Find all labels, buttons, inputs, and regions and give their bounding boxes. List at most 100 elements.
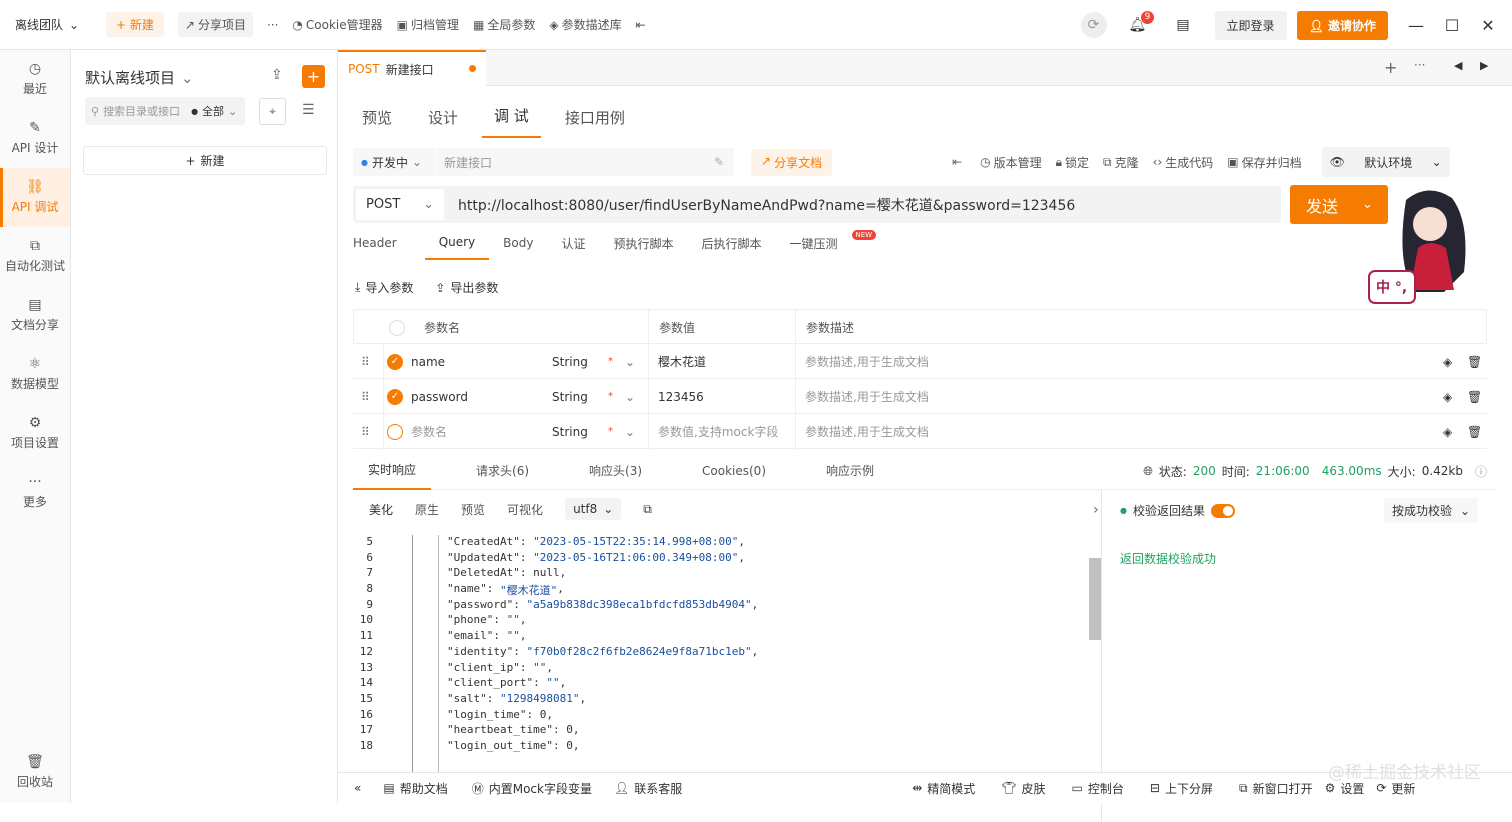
sidebar-item-auto-test[interactable]: ⧉ 自动化测试 xyxy=(0,227,70,286)
collapse-icon[interactable]: ⇤ xyxy=(636,18,646,32)
drag-handle-icon[interactable]: ⠿ xyxy=(361,344,370,379)
api-name-input[interactable]: 新建接口 xyxy=(444,154,492,171)
team-selector[interactable]: 离线团队 ⌄ xyxy=(0,16,100,33)
required-marker[interactable]: * xyxy=(608,344,613,379)
sort-icon[interactable]: ☰ xyxy=(302,102,315,118)
param-desc[interactable]: 参数描述,用于生成文档 xyxy=(805,379,929,414)
tab-body[interactable]: Body xyxy=(503,226,547,260)
more-menu-button[interactable]: ··· xyxy=(267,18,278,32)
sidebar-item-recycle[interactable]: 🗑︎ 回收站 xyxy=(0,743,70,802)
sidebar-item-api-debug[interactable]: ⛓ API 调试 xyxy=(0,168,70,227)
login-button[interactable]: 立即登录 xyxy=(1214,10,1287,40)
param-value[interactable]: 樱木花道 xyxy=(658,344,706,379)
tab-auth[interactable]: 认证 xyxy=(561,226,599,260)
tab-debug[interactable]: 调 试 xyxy=(482,105,541,138)
chevron-right-icon[interactable]: › xyxy=(1093,502,1099,518)
split-button[interactable]: ⊟ 上下分屏 xyxy=(1150,780,1213,797)
new-button[interactable]: + 新建 xyxy=(106,12,164,37)
row-checkbox[interactable] xyxy=(387,414,403,449)
tab-cases[interactable]: 接口用例 xyxy=(553,107,637,138)
tab-beautify[interactable]: 美化 xyxy=(369,501,393,518)
new-item-button[interactable]: + 新建 xyxy=(83,146,327,175)
tab-request-headers[interactable]: 请求头(6) xyxy=(461,452,544,490)
console-button[interactable]: ▭ 控制台 xyxy=(1072,780,1124,797)
param-type[interactable]: String xyxy=(552,379,588,414)
chevron-down-icon[interactable]: ⌄ xyxy=(625,414,635,449)
save-archive-button[interactable]: ▣ 保存并归档 xyxy=(1227,154,1301,171)
tab-visualize[interactable]: 可视化 xyxy=(507,501,543,518)
cube-icon[interactable]: ◈ xyxy=(1443,379,1452,414)
encoding-select[interactable]: utf8 ⌄ xyxy=(565,498,622,520)
trash-icon[interactable]: 🗑︎ xyxy=(1467,344,1482,379)
param-value[interactable]: 123456 xyxy=(658,379,704,414)
minimize-icon[interactable]: — xyxy=(1398,16,1434,35)
cookie-manager-button[interactable]: ◔ Cookie管理器 xyxy=(292,16,382,33)
project-title[interactable]: 默认离线项目 ⌄ xyxy=(85,67,194,88)
trash-icon[interactable]: 🗑︎ xyxy=(1467,414,1482,449)
sidebar-item-data-model[interactable]: ⚛ 数据模型 xyxy=(0,345,70,404)
sidebar-item-doc-share[interactable]: ▤ 文档分享 xyxy=(0,286,70,345)
search-input[interactable]: 搜索目录或接口 xyxy=(103,103,187,119)
mock-vars-button[interactable]: Ⓜ 内置Mock字段变量 xyxy=(472,780,592,797)
required-marker[interactable]: * xyxy=(608,414,613,449)
env-select[interactable]: 👁︎ 默认环境 ⌄ xyxy=(1321,147,1450,177)
tab-cookies[interactable]: Cookies(0) xyxy=(687,452,781,490)
archive-manager-button[interactable]: ▣ 归档管理 xyxy=(397,16,459,33)
invite-button[interactable]: 👤︎ 邀请协作 xyxy=(1296,10,1388,40)
sidebar-item-recent[interactable]: ◷ 最近 xyxy=(0,50,70,109)
cube-icon[interactable]: ◈ xyxy=(1443,344,1452,379)
sidebar-item-more[interactable]: ··· 更多 xyxy=(0,463,70,522)
simple-mode-button[interactable]: ⇹ 精简模式 xyxy=(912,780,975,797)
param-desc-lib-button[interactable]: ◈ 参数描述库 xyxy=(549,16,621,33)
sidebar-item-api-design[interactable]: ✎ API 设计 xyxy=(0,109,70,168)
drag-handle-icon[interactable]: ⠿ xyxy=(361,379,370,414)
drag-handle-icon[interactable]: ⠿ xyxy=(361,414,370,449)
filter-select[interactable]: 全部 xyxy=(202,103,224,119)
lock-button[interactable]: 🔒︎ 锁定 xyxy=(1056,154,1089,171)
tab-post-script[interactable]: 后执行脚本 xyxy=(702,226,776,260)
version-button[interactable]: ◷ 版本管理 xyxy=(980,154,1042,171)
more-tabs-icon[interactable]: ··· xyxy=(1414,58,1425,72)
add-button[interactable]: + xyxy=(302,65,325,88)
next-tab-icon[interactable]: ▶ xyxy=(1480,59,1488,72)
locate-icon[interactable]: ⌖ xyxy=(259,98,286,125)
trash-icon[interactable]: 🗑︎ xyxy=(1467,379,1482,414)
tab-pre-script[interactable]: 预执行脚本 xyxy=(613,226,687,260)
param-type[interactable]: String xyxy=(552,344,588,379)
new-window-button[interactable]: ⧉ 新窗口打开 xyxy=(1239,780,1313,797)
tab-preview[interactable]: 预览 xyxy=(461,501,485,518)
prev-tab-icon[interactable]: ◀ xyxy=(1454,59,1462,72)
import-params-button[interactable]: ⤓ 导入参数 xyxy=(355,279,413,296)
help-doc-button[interactable]: ▤ 帮助文档 xyxy=(383,780,447,797)
tab-raw[interactable]: 原生 xyxy=(415,501,439,518)
sidebar-item-project-settings[interactable]: ⚙ 项目设置 xyxy=(0,404,70,463)
copy-icon[interactable]: ⧉ xyxy=(643,502,652,517)
tab-load-test[interactable]: 一键压测 NEW xyxy=(790,226,877,260)
gen-code-button[interactable]: ‹› 生成代码 xyxy=(1153,154,1214,171)
param-name[interactable]: 参数名 xyxy=(411,414,447,449)
validate-toggle[interactable] xyxy=(1211,503,1235,518)
url-input[interactable]: http://localhost:8080/user/findUserByNam… xyxy=(458,195,1075,215)
tab-preview[interactable]: 预览 xyxy=(350,107,404,138)
param-value[interactable]: 参数值,支持mock字段 xyxy=(658,414,778,449)
tab-response-example[interactable]: 响应示例 xyxy=(811,452,889,490)
row-checkbox[interactable]: ✓ xyxy=(387,344,403,379)
cube-icon[interactable]: ◈ xyxy=(1443,414,1452,449)
maximize-icon[interactable]: ☐ xyxy=(1434,16,1470,35)
method-select[interactable]: POST ⌄ xyxy=(356,189,444,220)
tab-query[interactable]: Query xyxy=(424,226,490,260)
api-name-field[interactable]: 新建接口 ✎ xyxy=(436,148,734,176)
param-name[interactable]: password xyxy=(411,379,468,414)
validate-mode-select[interactable]: 按成功校验 ⌄ xyxy=(1384,498,1479,523)
tab-header[interactable]: Header xyxy=(353,226,411,260)
tab-live-response[interactable]: 实时响应 xyxy=(353,452,432,490)
global-params-button[interactable]: ▦ 全局参数 xyxy=(473,16,535,33)
tab-response-headers[interactable]: 响应头(3) xyxy=(574,452,657,490)
status-select[interactable]: ● 开发中 ⌄ xyxy=(353,148,435,176)
param-type[interactable]: String xyxy=(552,414,588,449)
tab-design[interactable]: 设计 xyxy=(416,107,470,138)
collapse-icon[interactable]: ⇤ xyxy=(952,155,962,169)
clone-button[interactable]: ⧉ 克隆 xyxy=(1103,154,1139,171)
notes-icon[interactable]: ▤ xyxy=(1176,17,1189,33)
param-name[interactable]: name xyxy=(411,344,445,379)
